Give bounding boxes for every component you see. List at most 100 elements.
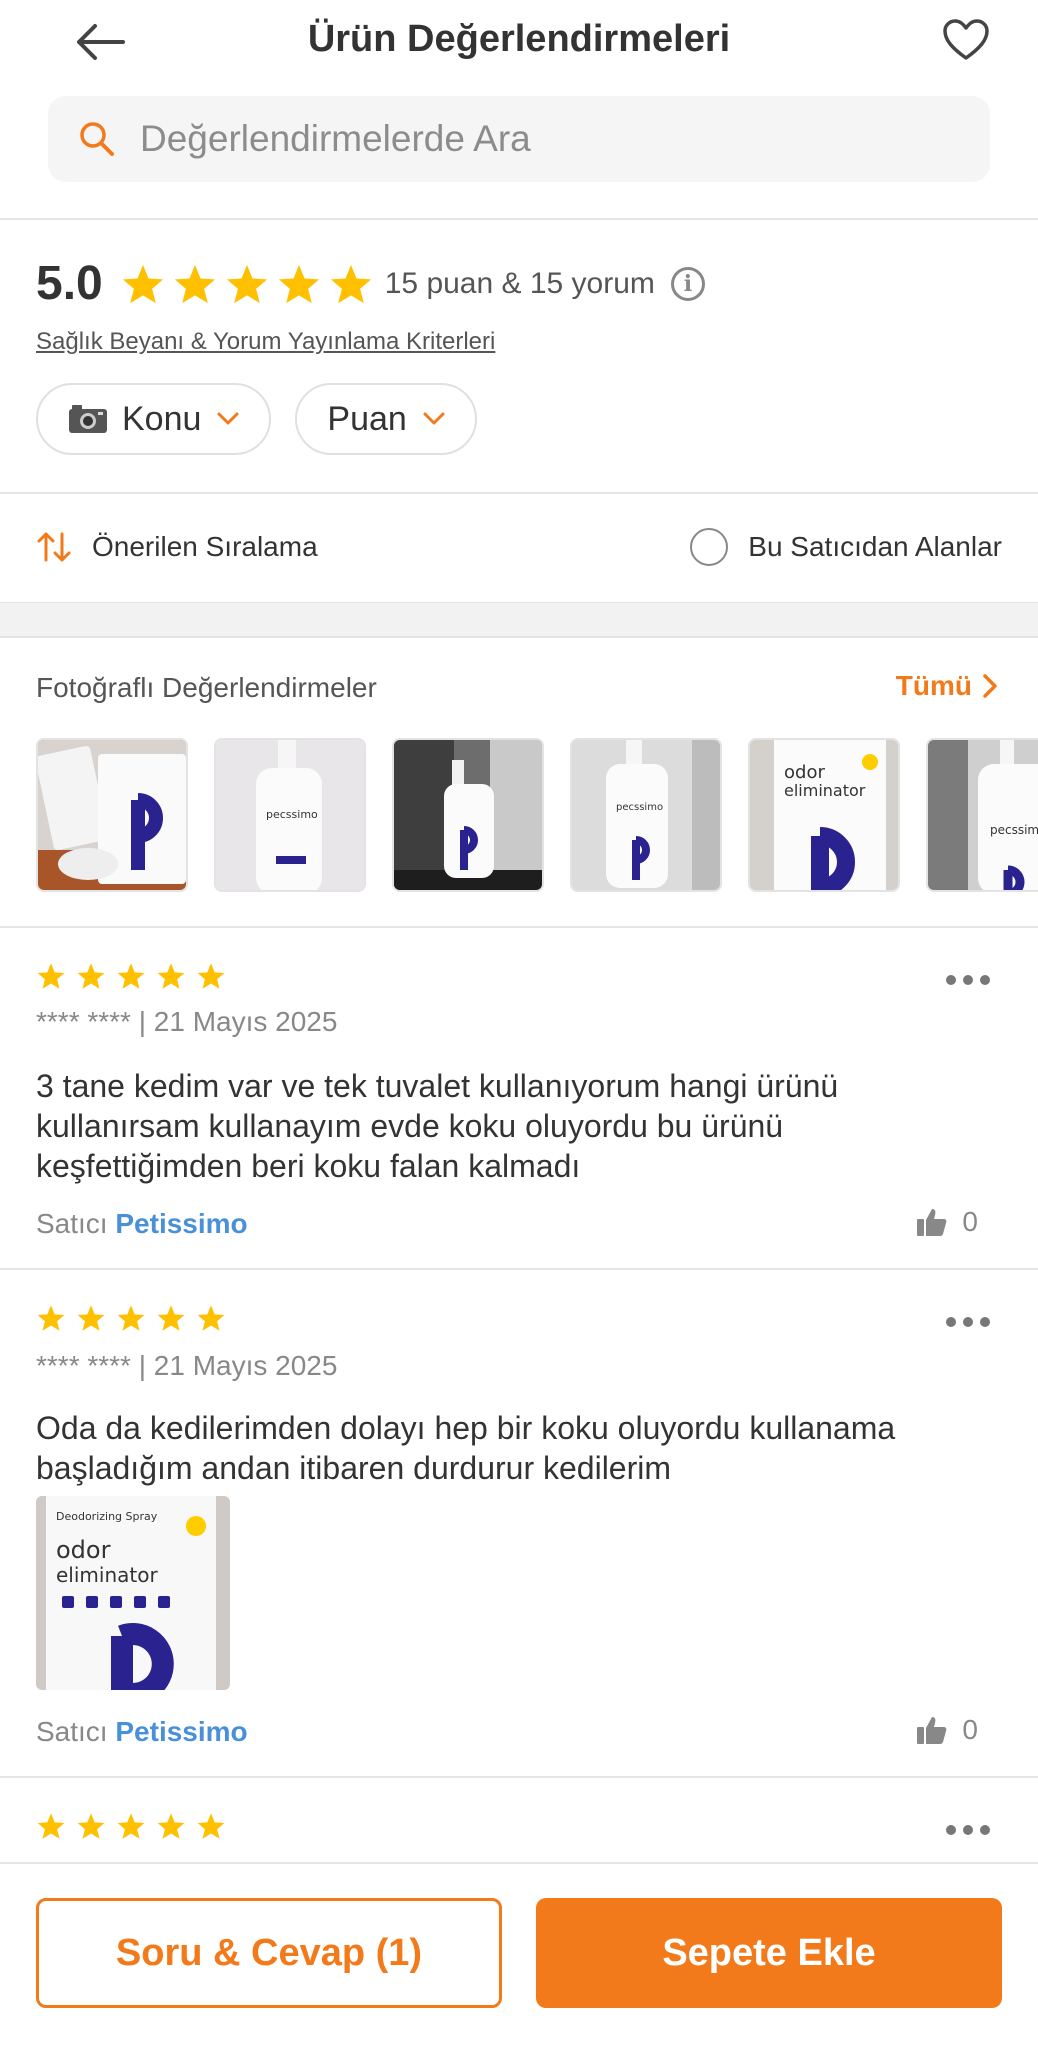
filter-chip-rating[interactable]: Puan <box>295 383 477 455</box>
filter-chips: Konu Puan <box>36 383 477 455</box>
review-date: | 21 Mayıs 2025 <box>138 1006 338 1037</box>
review-meta: **** **** | 21 Mayıs 2025 <box>36 1006 337 1038</box>
filter-chip-topic[interactable]: Konu <box>36 383 272 455</box>
star-icon <box>174 264 215 303</box>
star-icon <box>77 1813 105 1839</box>
star-icon <box>157 1305 185 1331</box>
review-meta: **** **** | 21 Mayıs 2025 <box>36 1350 337 1382</box>
sort-row: Önerilen Sıralama Bu Satıcıdan Alanlar <box>0 494 1038 600</box>
star-icon <box>197 1813 225 1839</box>
chevron-down-icon <box>217 412 239 425</box>
star-icon <box>77 1305 105 1331</box>
sort-button[interactable]: Önerilen Sıralama <box>36 530 318 564</box>
review-seller: Satıcı Petissimo <box>36 1208 248 1240</box>
see-all-link[interactable]: Tümü <box>896 670 998 702</box>
svg-text:pecssimo: pecssimo <box>616 802 663 813</box>
more-options-icon[interactable] <box>946 1312 990 1332</box>
star-icon <box>77 963 105 989</box>
search-input[interactable] <box>140 118 960 160</box>
star-icon <box>122 264 163 303</box>
like-count: 0 <box>962 1714 978 1745</box>
svg-text:pecssimo: pecssimo <box>266 808 318 821</box>
star-icon <box>117 1305 145 1331</box>
star-icon <box>37 1813 65 1839</box>
svg-text:odor: odor <box>784 762 825 783</box>
qa-button[interactable]: Soru & Cevap (1) <box>36 1898 502 2008</box>
thumbs-up-icon <box>917 1209 947 1236</box>
star-icon <box>226 264 267 303</box>
review-author: **** **** <box>36 1006 131 1037</box>
divider <box>0 926 1038 928</box>
star-icon <box>278 264 319 303</box>
divider <box>0 218 1038 220</box>
review-seller: Satıcı Petissimo <box>36 1716 248 1748</box>
star-icon <box>197 963 225 989</box>
review-photo-thumbnail[interactable] <box>36 738 188 892</box>
review-photo-thumbnail[interactable]: odor eliminator <box>748 738 900 892</box>
review-author: **** **** <box>36 1350 131 1381</box>
rating-summary: 5.0 15 puan & 15 yorum i <box>36 256 705 311</box>
review-text: Oda da kedilerimden dolayı hep bir koku … <box>36 1410 896 1486</box>
like-button[interactable]: 0 <box>916 1206 978 1238</box>
like-count: 0 <box>962 1206 978 1237</box>
chevron-right-icon <box>983 674 997 698</box>
seller-filter-toggle[interactable]: Bu Satıcıdan Alanlar <box>690 528 1002 566</box>
review-stars <box>36 1304 226 1332</box>
sort-label: Önerilen Sıralama <box>92 531 318 562</box>
star-icon <box>117 1813 145 1839</box>
svg-text:odor: odor <box>56 1536 111 1564</box>
chevron-down-icon <box>423 412 445 425</box>
see-all-label: Tümü <box>895 670 972 701</box>
filter-chip-label: Puan <box>327 399 407 438</box>
review-photo[interactable]: Deodorizing Spray odor eliminator <box>36 1496 230 1690</box>
divider <box>0 1776 1038 1778</box>
criteria-link[interactable]: Sağlık Beyanı & Yorum Yayınlama Kriterle… <box>36 328 495 356</box>
add-to-cart-button[interactable]: Sepete Ekle <box>536 1898 1002 2008</box>
top-bar: Ürün Değerlendirmeleri <box>0 0 1038 84</box>
review-photo-thumbnail[interactable]: pecssimo <box>926 738 1038 892</box>
divider <box>0 1268 1038 1270</box>
page-title: Ürün Değerlendirmeleri <box>307 18 731 60</box>
seller-prefix: Satıcı <box>36 1208 108 1239</box>
star-icon <box>157 1813 185 1839</box>
info-icon[interactable]: i <box>670 266 705 301</box>
more-options-icon[interactable] <box>946 970 990 990</box>
review-stars <box>36 1812 226 1840</box>
section-separator <box>0 602 1038 638</box>
review-text: 3 tane kedim var ve tek tuvalet kullanıy… <box>36 1068 839 1184</box>
star-icon <box>37 963 65 989</box>
like-button[interactable]: 0 <box>916 1714 978 1746</box>
star-icon <box>37 1305 65 1331</box>
svg-text:pecssimo: pecssimo <box>990 823 1038 837</box>
thumbs-up-icon <box>917 1717 947 1744</box>
star-icon <box>117 963 145 989</box>
more-options-icon[interactable] <box>946 1820 990 1840</box>
camera-icon <box>69 405 107 433</box>
photo-reviews-title: Fotoğraflı Değerlendirmeler <box>36 672 377 703</box>
seller-link[interactable]: Petissimo <box>115 1208 247 1239</box>
filter-chip-label: Konu <box>122 399 202 438</box>
review-photo-thumbnail[interactable] <box>392 738 544 892</box>
star-icon <box>157 963 185 989</box>
search-bar[interactable] <box>48 96 990 182</box>
bottom-action-bar: Soru & Cevap (1) Sepete Ekle <box>0 1862 1038 2048</box>
seller-filter-radio[interactable] <box>690 528 729 566</box>
svg-text:Deodorizing Spray: Deodorizing Spray <box>56 1510 158 1523</box>
svg-text:eliminator: eliminator <box>784 781 866 800</box>
rating-count: 15 puan & 15 yorum <box>384 266 655 300</box>
review-photo-thumbnail[interactable]: pecssimo <box>214 738 366 892</box>
photo-thumbnails: pecssimo pecssimo odor eliminator pecssi… <box>36 738 1038 892</box>
rating-stars <box>121 263 373 305</box>
review-date: | 21 Mayıs 2025 <box>138 1350 338 1381</box>
seller-filter-label: Bu Satıcıdan Alanlar <box>748 531 1002 562</box>
favorite-button[interactable] <box>934 12 998 68</box>
rating-score: 5.0 <box>36 257 103 310</box>
svg-text:eliminator: eliminator <box>56 1563 158 1587</box>
search-icon <box>62 104 132 174</box>
seller-link[interactable]: Petissimo <box>115 1716 247 1747</box>
review-photo-thumbnail[interactable]: pecssimo <box>570 738 722 892</box>
sort-arrows-icon <box>37 532 71 562</box>
seller-prefix: Satıcı <box>36 1716 108 1747</box>
star-icon <box>330 264 371 303</box>
review-stars <box>36 962 226 990</box>
